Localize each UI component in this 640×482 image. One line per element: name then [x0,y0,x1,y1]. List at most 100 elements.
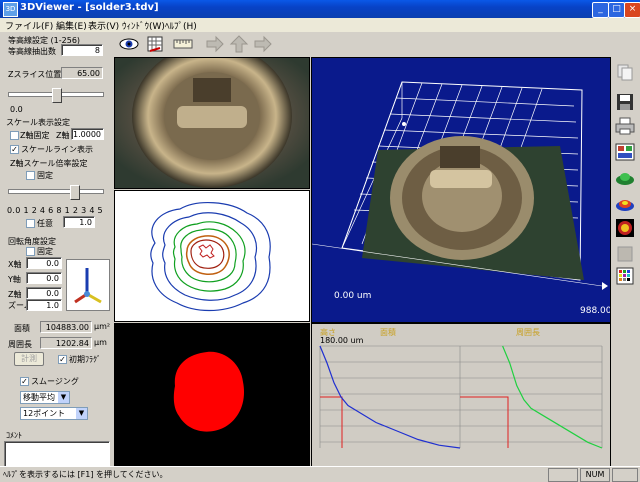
zscale-fixed-checkbox[interactable] [26,171,35,180]
perimeter-series-line [502,345,603,449]
zscale-arbitrary-checkbox[interactable] [26,219,35,228]
layout-button[interactable] [614,141,636,163]
smoothing-method-value: 移動平均 [23,393,55,402]
smoothing-points-select[interactable]: 12ポイント ▼ [20,407,88,420]
surface-button[interactable] [614,167,636,189]
close-button[interactable]: × [624,2,640,18]
z-axis-input[interactable]: 1.0000 [71,128,104,140]
minimize-button[interactable]: _ [592,2,609,18]
3d-view[interactable]: 0.00 um 988.00 [311,57,611,323]
z-slice-slider-thumb[interactable] [52,88,62,103]
rotation-y-label: Y軸 [8,275,21,284]
init-flag-label: 初期ﾌﾗｸﾞ [69,355,101,364]
scale-line-checkbox[interactable]: ✓ [10,145,19,154]
init-flag-checkbox[interactable]: ✓ [58,355,67,364]
calc-button[interactable]: 計測 [14,352,44,366]
title-bar[interactable]: 3D 3DViewer - [solder3.tdv] _ □ × [0,0,640,18]
comment-textarea[interactable] [4,441,110,468]
mask-shape [173,351,245,432]
rotation-x-input[interactable]: 0.0 [26,257,62,269]
rotation-fixed-checkbox[interactable] [26,247,35,256]
z-fixed-checkbox[interactable] [10,131,19,140]
menu-window[interactable]: ｳｨﾝﾄﾞｳ(W) [122,19,165,32]
area-value: 104883.00 [40,321,92,333]
axis-orientation-widget[interactable] [66,259,110,311]
smoothing-method-select[interactable]: 移動平均 ▼ [20,391,70,404]
solder-photo [115,58,309,188]
grid-icon [147,36,163,52]
perimeter-value: 1202.84 [40,337,92,349]
z-slice-label: Zスライス位置 [8,70,62,79]
rotation-z-label: Z軸 [8,290,22,299]
comment-label: ｺﾒﾝﾄ [6,431,22,440]
app-icon[interactable]: 3D [3,2,18,17]
zscale-slider[interactable] [8,189,104,194]
surface-green-icon [616,173,634,185]
floppy-icon [617,94,633,110]
rotation-z-input[interactable]: 0.0 [26,287,62,299]
z-slice-value: 65.00 [61,67,103,79]
smoothing-label: スムージング [31,377,79,386]
print-button[interactable] [614,115,636,137]
menu-help[interactable]: ﾍﾙﾌﾟ(H) [165,19,197,32]
colormap-button[interactable] [614,217,636,239]
zoom-input[interactable]: 1.0 [26,299,62,311]
right-readout: 988.00 [580,306,611,316]
zscale-fixed-label: 固定 [37,171,53,180]
ruler-tool-button[interactable] [172,34,194,54]
heightmap-button[interactable] [614,193,636,215]
smoothing-points-value: 12ポイント [23,409,66,418]
graph-view[interactable]: 高さ 面積 周囲長 180.00 um [311,323,611,467]
z-fixed-label: Z軸固定 [20,131,50,140]
zscale-arbitrary-input[interactable]: 1.0 [63,216,95,228]
slider-min-label: 0.0 [10,105,23,114]
chevron-down-icon[interactable]: ▼ [58,392,69,403]
smoothing-checkbox[interactable]: ✓ [20,377,29,386]
chevron-down-icon[interactable]: ▼ [76,408,87,419]
zscale-ticks: 0.0 1 2 4 6 8 1 2 3 4 5 [7,206,103,215]
photo-view[interactable] [114,57,310,189]
area-label: 面積 [14,324,30,333]
copy-button[interactable] [614,61,636,83]
zscale-arbitrary-label: 任意 [37,219,53,228]
copy-icon [617,64,633,81]
grid-tool-button[interactable] [144,34,166,54]
colormap-icon [616,219,634,237]
status-bar: ﾍﾙﾌﾟを表示するには [F1] を押してください。 NUM [0,466,640,482]
save-button[interactable] [614,91,636,113]
contour-plot [150,202,271,312]
window-title: 3DViewer - [solder3.tdv] [20,2,159,13]
layout-icon [615,143,635,161]
profile-graph [319,345,603,449]
palette-button[interactable] [614,265,636,287]
heightmap-icon [616,200,634,211]
mask-view[interactable] [114,323,310,467]
scale-group-label: スケール表示設定 [6,118,70,127]
area-unit: μm² [94,322,111,331]
status-message: ﾍﾙﾌﾟを表示するには [F1] を押してください。 [3,470,168,479]
eye-view-button[interactable] [118,34,140,54]
zscale-slider-thumb[interactable] [70,185,80,200]
arrow-right-icon [206,35,224,53]
contour-extract-input[interactable]: 8 [61,44,103,56]
up-button[interactable] [228,34,250,54]
maximize-button[interactable]: □ [608,2,625,18]
printer-icon [615,117,635,135]
rotation-x-label: X軸 [8,260,22,269]
rotation-y-input[interactable]: 0.0 [26,272,62,284]
next-button[interactable] [252,34,274,54]
menu-view[interactable]: 表示(V) [88,19,119,32]
contour-extract-label: 等高線抽出数 [8,47,56,56]
perimeter-label: 周囲長 [8,340,32,349]
3d-plot [312,81,608,290]
scale-line-label: スケールライン表示 [21,145,93,154]
forward-button[interactable] [204,34,226,54]
menu-file[interactable]: ファイル(F) [5,19,53,32]
area-series-line [319,345,461,449]
gray-tool-button[interactable] [614,243,636,265]
arrow-right-icon [254,35,272,53]
status-pane [548,468,578,482]
z-axis-label: Z軸 [56,131,70,140]
menu-edit[interactable]: 編集(E) [56,19,87,32]
contour-view[interactable] [114,190,310,322]
